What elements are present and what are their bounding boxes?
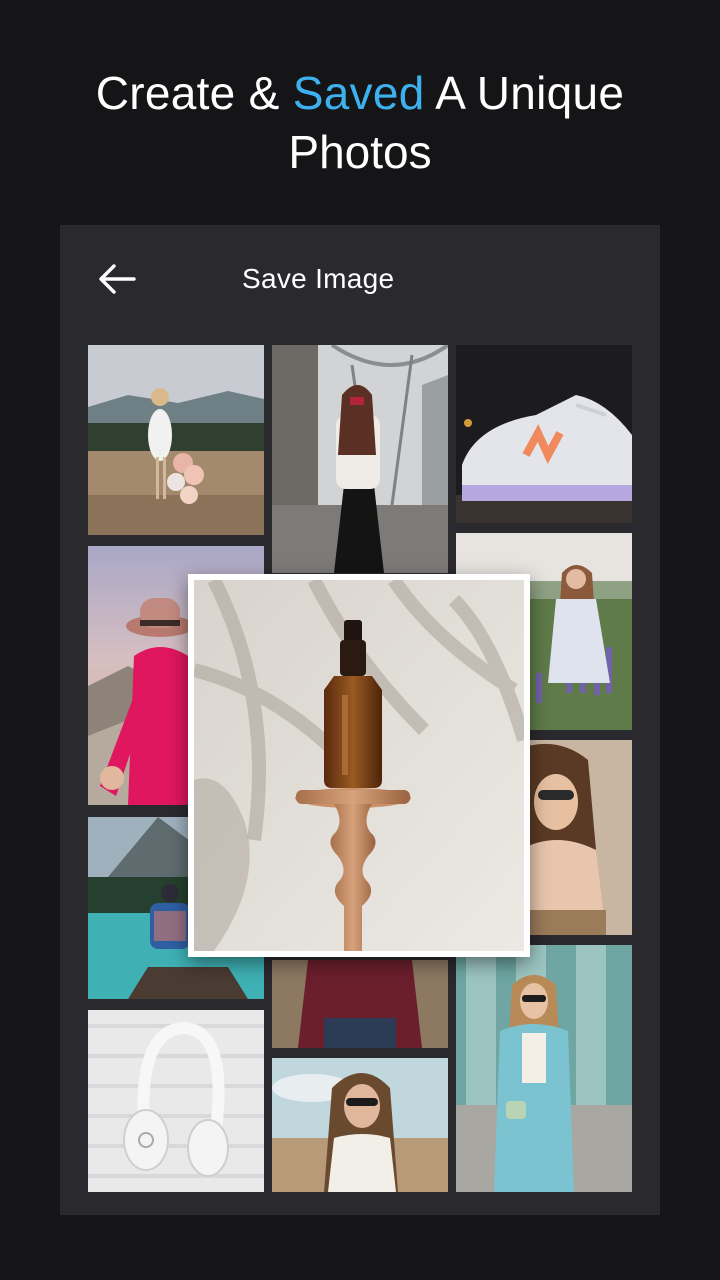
headline-line-2: Photos xyxy=(288,126,432,178)
featured-photo-card[interactable] xyxy=(188,574,530,957)
headline-text-end: A Unique xyxy=(424,67,625,119)
woman-blue-cardigan-photo[interactable] xyxy=(456,945,632,1192)
headphones-photo[interactable] xyxy=(88,1010,264,1192)
headline-line-1: Create & Saved A Unique xyxy=(0,62,720,124)
top-bar: Save Image xyxy=(60,225,660,335)
eiffel-tower-woman-photo[interactable] xyxy=(272,345,448,573)
arrow-left-icon xyxy=(99,264,136,294)
sweater-woman-photo[interactable] xyxy=(272,960,448,1048)
serum-bottle-photo[interactable] xyxy=(194,580,524,951)
app-screen-panel: Save Image xyxy=(60,225,660,1215)
headline-accent-word: Saved xyxy=(292,67,425,119)
headline-text-start: Create & xyxy=(95,67,293,119)
back-button[interactable] xyxy=(96,259,140,299)
headline: Create & Saved A Unique Photos xyxy=(0,62,720,180)
sneaker-photo[interactable] xyxy=(456,345,632,523)
woman-sunglasses-field-photo[interactable] xyxy=(272,1058,448,1192)
woman-with-balloons-photo[interactable] xyxy=(88,345,264,535)
page-title: Save Image xyxy=(242,263,395,294)
